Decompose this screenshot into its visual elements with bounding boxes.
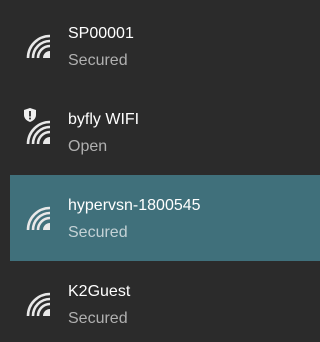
network-status: Secured — [68, 310, 128, 327]
wifi-icon — [24, 118, 52, 146]
wifi-icon — [24, 290, 52, 318]
shield-alert-icon — [24, 108, 36, 122]
network-status: Open — [68, 138, 108, 155]
network-ssid: byfly WIFI — [68, 111, 140, 128]
network-ssid: K2Guest — [68, 283, 131, 300]
network-status: Secured — [68, 224, 128, 241]
wifi-network-item-hypervsn-1800545[interactable]: hypervsn-1800545 Secured — [10, 175, 320, 261]
wifi-network-list: SP00001 Secured byfly WIFI Open hypervsn… — [0, 0, 320, 342]
wifi-icon — [24, 32, 52, 60]
wifi-network-item-byfly-wifi[interactable]: byfly WIFI Open — [10, 89, 310, 175]
wifi-icon — [24, 204, 52, 232]
network-ssid: SP00001 — [68, 25, 134, 42]
network-status: Secured — [68, 52, 128, 69]
wifi-network-item-sp00001[interactable]: SP00001 Secured — [10, 3, 310, 89]
wifi-network-item-k2guest[interactable]: K2Guest Secured — [10, 261, 310, 342]
network-ssid: hypervsn-1800545 — [68, 197, 201, 214]
